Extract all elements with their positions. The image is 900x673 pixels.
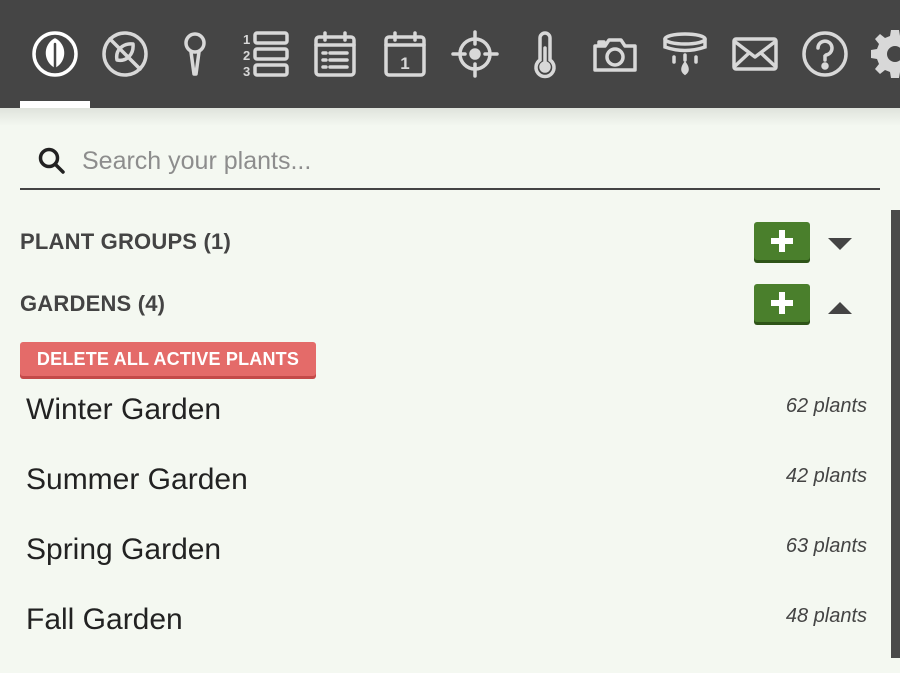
no-plant-icon[interactable] (99, 28, 151, 80)
gardens-heading: GARDENS (4) (20, 291, 166, 316)
search-input[interactable] (80, 140, 864, 182)
garden-list-item[interactable]: Summer Garden 42 plants (0, 463, 890, 533)
active-tab-indicator (20, 101, 90, 108)
garden-list-item[interactable]: Winter Garden 62 plants (0, 393, 890, 463)
plus-icon (771, 230, 793, 252)
expand-plant-groups-icon[interactable] (828, 238, 852, 252)
calendar-day-number: 1 (400, 54, 409, 73)
scrollbar[interactable] (891, 210, 900, 658)
garden-name: Summer Garden (26, 463, 248, 496)
collapse-gardens-icon[interactable] (828, 302, 852, 316)
svg-text:2: 2 (243, 48, 250, 63)
delete-all-active-plants-button[interactable]: DELETE ALL ACTIVE PLANTS (20, 342, 316, 376)
garden-name: Spring Garden (26, 533, 222, 566)
mail-icon[interactable] (729, 28, 781, 80)
calendar-day-icon[interactable]: 1 (379, 28, 431, 80)
sprinkler-icon[interactable] (659, 28, 711, 80)
add-garden-button[interactable] (754, 284, 810, 322)
plus-icon (771, 292, 793, 314)
gear-icon[interactable] (869, 28, 900, 80)
help-icon[interactable] (799, 28, 851, 80)
camera-icon[interactable] (589, 28, 641, 80)
garden-plant-count: 63 plants (785, 535, 867, 557)
top-nav: 1 2 3 1 (0, 0, 900, 108)
search-icon (38, 147, 65, 174)
garden-plant-count: 48 plants (785, 605, 867, 627)
leaf-icon[interactable] (29, 28, 81, 80)
garden-plant-count: 62 plants (785, 395, 867, 417)
garden-plant-count: 42 plants (785, 465, 867, 487)
garden-name: Fall Garden (26, 603, 183, 636)
search-bar (20, 130, 880, 190)
numbered-list-icon[interactable]: 1 2 3 (239, 28, 291, 80)
svg-text:3: 3 (243, 64, 250, 79)
add-plant-group-button[interactable] (754, 222, 810, 260)
garden-list-item[interactable]: Spring Garden 63 plants (0, 533, 890, 603)
plant-groups-heading: PLANT GROUPS (1) (20, 229, 231, 254)
nav-shadow (0, 108, 900, 126)
garden-name: Winter Garden (26, 393, 222, 426)
svg-text:1: 1 (243, 32, 250, 47)
calendar-list-icon[interactable] (309, 28, 361, 80)
location-pin-icon[interactable] (169, 28, 221, 80)
garden-list-item[interactable]: Fall Garden 48 plants (0, 603, 890, 673)
crosshair-icon[interactable] (449, 28, 501, 80)
thermometer-icon[interactable] (519, 28, 571, 80)
